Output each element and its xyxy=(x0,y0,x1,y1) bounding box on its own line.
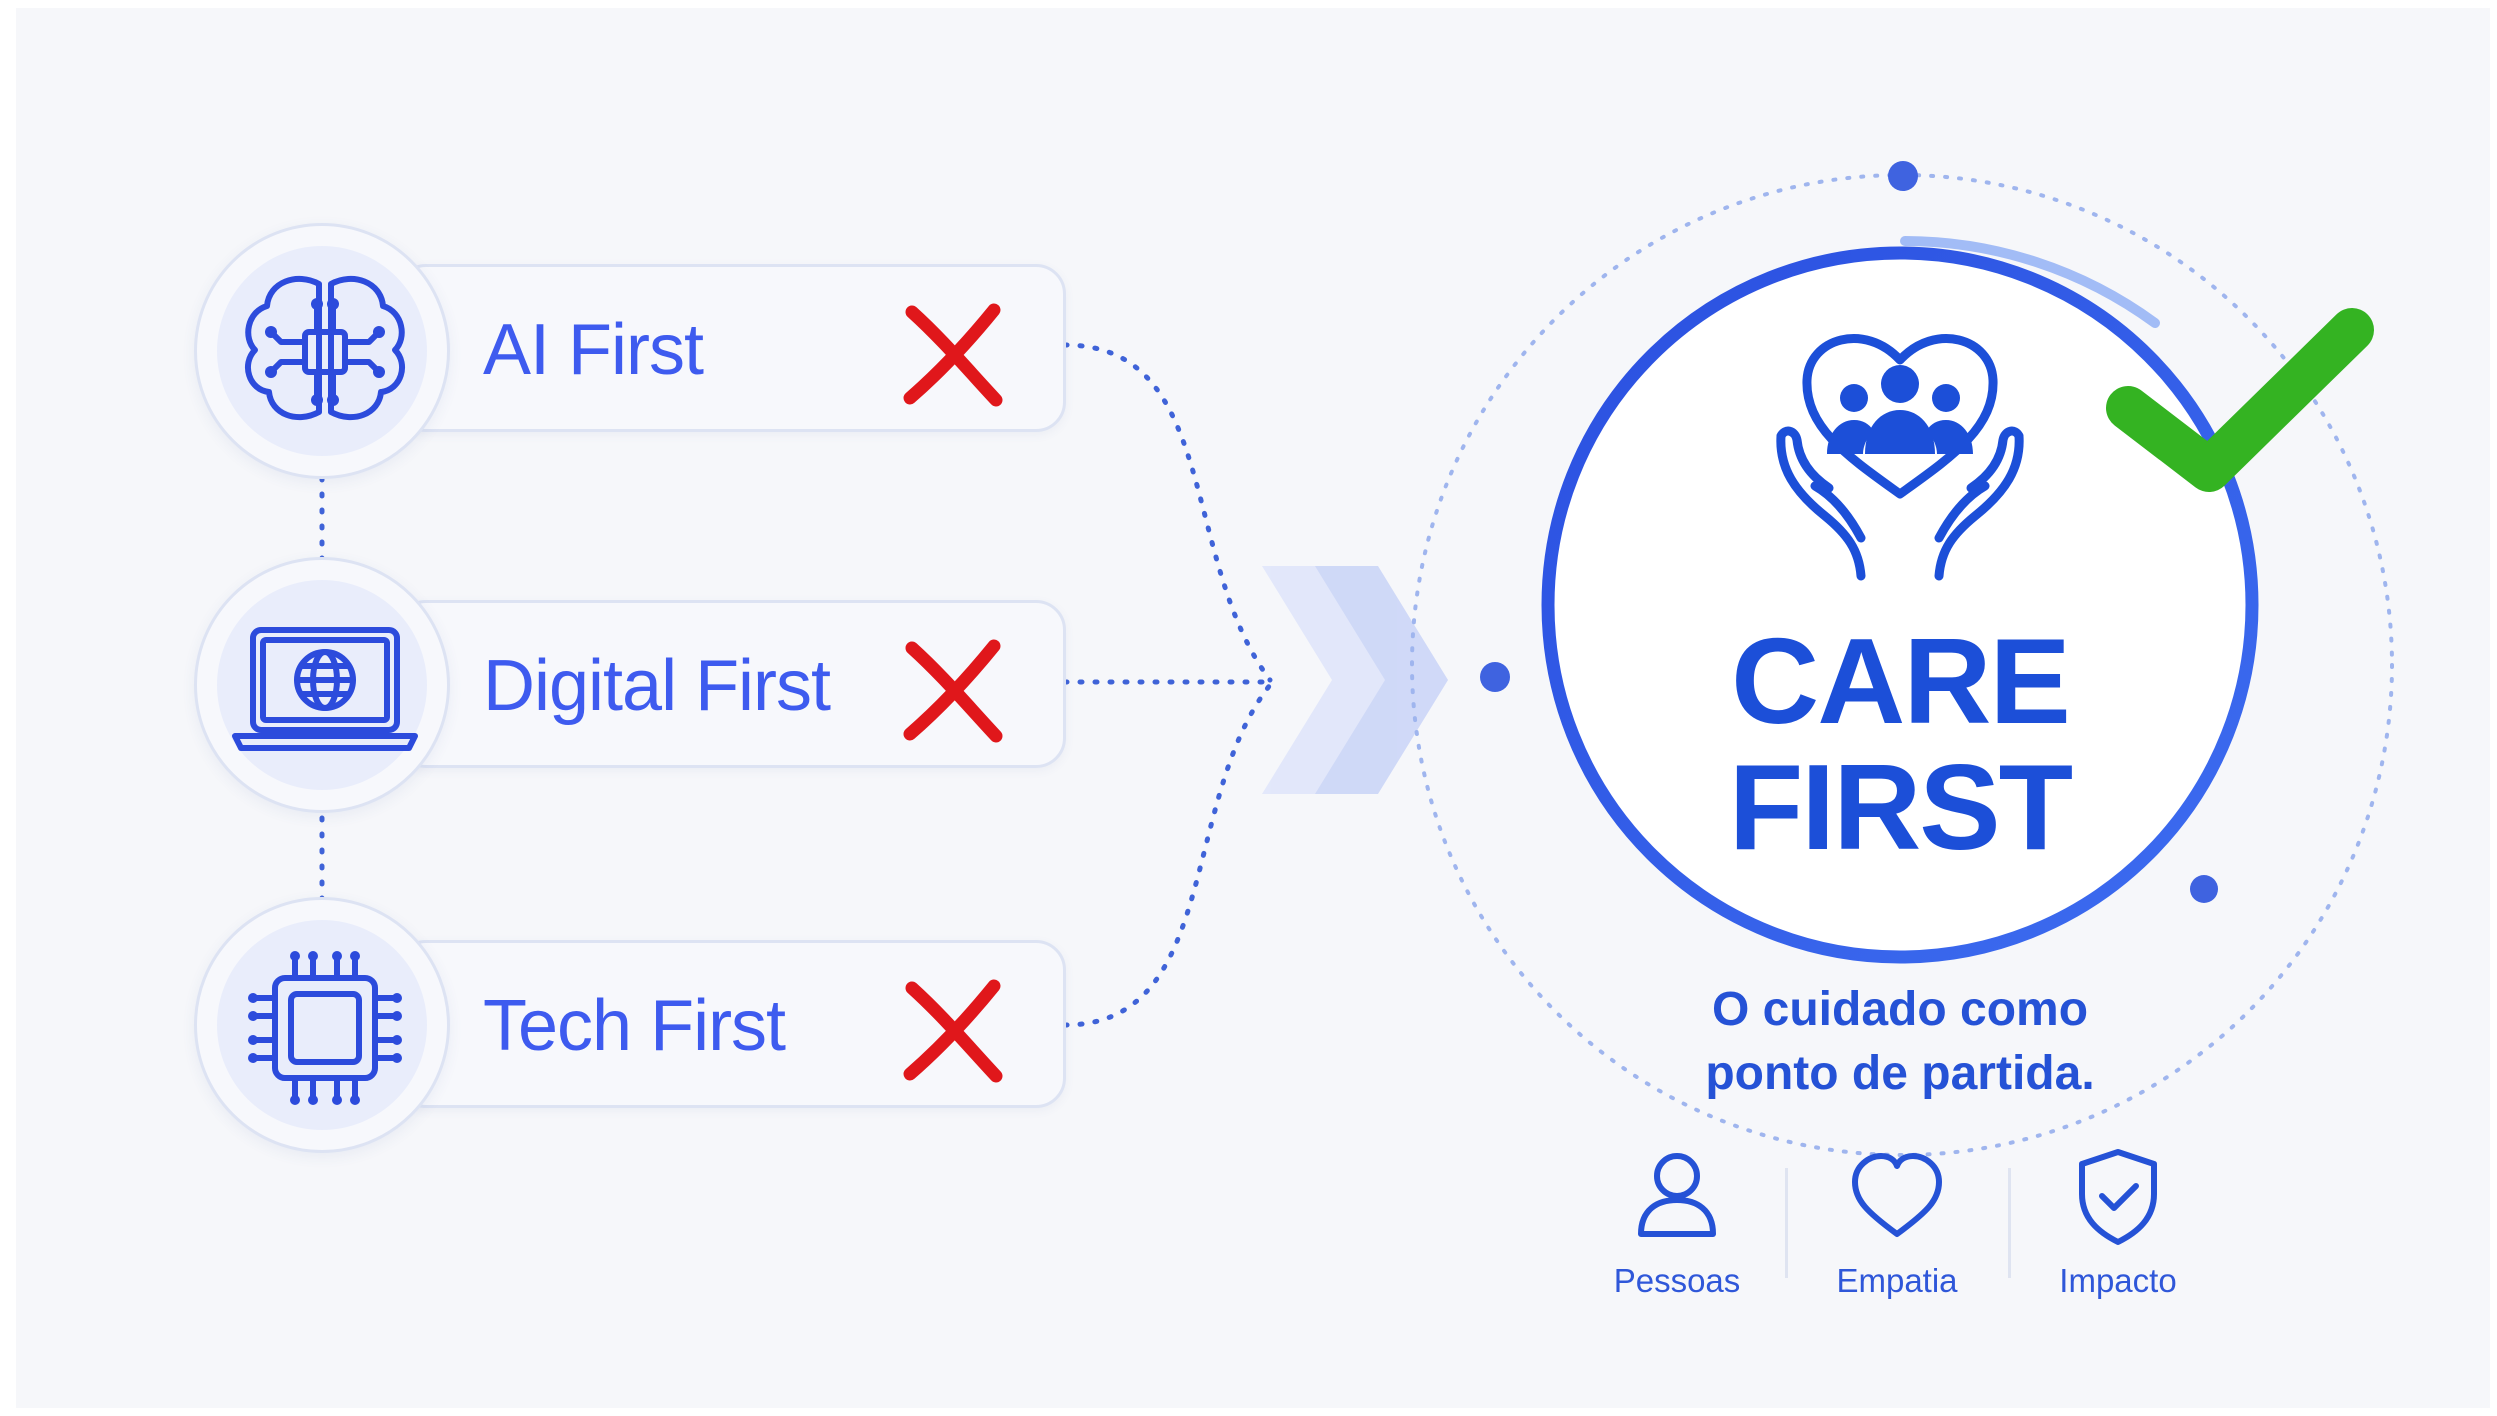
heart-icon xyxy=(1852,1153,1942,1237)
microchip-icon xyxy=(194,897,450,1153)
value-impacto xyxy=(2018,1148,2218,1253)
laptop-globe-icon xyxy=(194,557,450,813)
hands-heart-people-icon xyxy=(1776,334,2024,581)
orbit-dot-left xyxy=(1480,662,1510,692)
shield-check-icon xyxy=(2079,1149,2157,1245)
value-label: Impacto xyxy=(2059,1262,2177,1299)
orbit-dot-top xyxy=(1888,161,1918,191)
person-icon xyxy=(1638,1153,1716,1237)
value-divider xyxy=(1785,1168,1788,1278)
value-label: Empatia xyxy=(1836,1262,1958,1299)
value-label: Pessoas xyxy=(1613,1262,1741,1299)
title-line-2: FIRST xyxy=(1728,739,2073,875)
care-first-title: CARE FIRST xyxy=(1690,618,2110,870)
brain-chip-icon xyxy=(194,223,450,479)
connector-ai xyxy=(1062,342,1273,683)
tagline-line-1: O cuidado como xyxy=(1711,983,2089,1036)
x-icon xyxy=(903,979,1003,1083)
title-line-1: CARE xyxy=(1731,613,2071,749)
option-label: AI First xyxy=(483,310,704,390)
value-pessoas xyxy=(1577,1148,1777,1253)
value-empatia xyxy=(1797,1148,1997,1253)
tagline-line-2: ponto de partida. xyxy=(1705,1047,2095,1100)
connector-tech xyxy=(1062,682,1273,1028)
orbit-dot-bottom-right xyxy=(2190,875,2218,903)
value-divider xyxy=(2008,1168,2011,1278)
tagline: O cuidado como ponto de partida. xyxy=(1600,978,2200,1106)
option-label: Digital First xyxy=(483,646,831,726)
option-label: Tech First xyxy=(483,986,786,1066)
x-icon xyxy=(903,303,1003,407)
x-icon xyxy=(903,639,1003,743)
